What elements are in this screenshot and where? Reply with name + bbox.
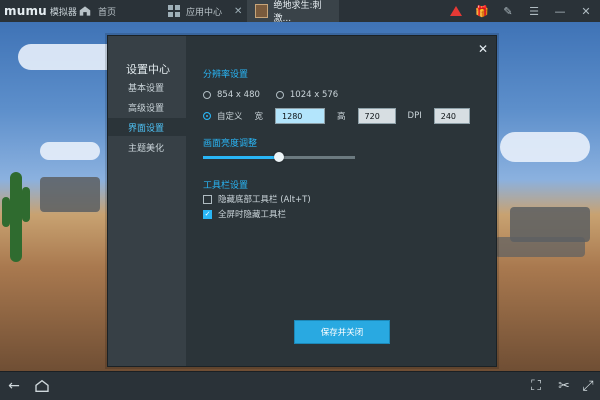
brightness-slider-thumb[interactable] (274, 152, 284, 162)
tab-home-label: 首页 (98, 7, 117, 18)
sidebar-item-label: 主题美化 (128, 143, 165, 154)
radio-label: 自定义 (217, 112, 243, 122)
cloud (40, 142, 100, 160)
menu-icon[interactable]: ☰ (526, 3, 542, 19)
resolution-presets: 854 x 480 1024 x 576 (203, 90, 338, 100)
window-close-icon[interactable]: ✕ (578, 3, 594, 19)
sidebar-item-basic[interactable]: 基本设置 (108, 78, 186, 96)
dpi-input[interactable]: 240 (433, 108, 470, 124)
minimize-icon[interactable]: — (552, 3, 568, 19)
back-icon[interactable]: ← (6, 378, 22, 394)
brightness-slider-fill (203, 156, 279, 159)
screenshot-icon[interactable]: ⛶ (528, 378, 544, 394)
tab-game-label: 绝地求生:刺激... (273, 1, 322, 24)
hide-bottom-toolbar-option[interactable]: 隐藏底部工具栏 (Alt+T) (203, 193, 311, 205)
resolution-option-854x480[interactable]: 854 x 480 (203, 90, 260, 100)
radio-selected-icon (203, 112, 211, 120)
save-and-close-button[interactable]: 保存并关闭 (294, 320, 390, 344)
tab-app-center[interactable]: 应用中心 ✕ (160, 0, 250, 22)
cactus (22, 187, 30, 222)
checkbox-unchecked-icon (203, 194, 212, 204)
app-logo: mumu 模拟器 (4, 4, 77, 18)
dpi-label: DPI (407, 111, 422, 121)
sidebar-item-label: 基本设置 (128, 83, 165, 94)
app-brand: mumu (4, 4, 47, 18)
tab-game[interactable]: 绝地求生:刺激... (247, 0, 339, 24)
toolbar-section-title: 工具栏设置 (203, 181, 249, 191)
settings-content: 分辨率设置 854 x 480 1024 x 576 自定义 宽 1280 高 … (203, 36, 496, 366)
checkbox-label: 隐藏底部工具栏 (Alt+T) (218, 195, 311, 205)
game-thumbnail-icon (255, 4, 268, 18)
settings-dialog: 设置中心 基本设置 高级设置 界面设置 主题美化 ✕ 分辨率设置 854 x 4… (107, 35, 497, 367)
width-input[interactable]: 1280 (275, 108, 326, 124)
sidebar-item-advanced[interactable]: 高级设置 (108, 98, 186, 116)
cactus (10, 172, 22, 262)
radio-label: 1024 x 576 (289, 90, 339, 100)
height-label: 高 (337, 112, 346, 122)
resolution-section-title: 分辨率设置 (203, 70, 249, 80)
gift-icon[interactable]: 🎁 (474, 3, 490, 19)
brightness-slider[interactable] (203, 152, 355, 162)
scrap-vehicle (40, 177, 100, 212)
top-bar: mumu 模拟器 首页 应用中心 ✕ 绝地求生:刺激... 🎁 ✎ ☰ — ✕ (0, 0, 600, 24)
tab-app-center-label: 应用中心 (186, 7, 223, 18)
width-label: 宽 (254, 112, 264, 122)
checkbox-checked-icon: ✓ (203, 209, 212, 219)
fullscreen-icon[interactable]: ⤢ (580, 378, 596, 394)
top-actions: 🎁 ✎ ☰ — ✕ (448, 3, 594, 19)
sidebar-item-label: 界面设置 (128, 123, 165, 134)
settings-sidebar: 设置中心 基本设置 高级设置 界面设置 主题美化 (108, 36, 186, 366)
home-icon[interactable] (34, 378, 50, 394)
scissors-icon[interactable]: ✂ (556, 378, 572, 394)
tools-icon[interactable]: ✎ (500, 3, 516, 19)
sidebar-item-theme[interactable]: 主题美化 (108, 138, 186, 156)
tab-home[interactable]: 首页 (70, 0, 124, 22)
resolution-option-custom[interactable]: 自定义 (203, 110, 243, 122)
bottom-bar: ← ⛶ ✂ ⤢ (0, 371, 600, 400)
notification-alert-icon[interactable] (448, 3, 464, 19)
radio-circle-icon (203, 91, 211, 99)
scrap-pile (495, 237, 585, 257)
height-input[interactable]: 720 (357, 108, 396, 124)
radio-circle-icon (275, 91, 284, 99)
resolution-custom-row: 自定义 宽 1280 高 720 DPI 240 (203, 108, 470, 124)
settings-title: 设置中心 (126, 63, 170, 76)
resolution-option-1024x576[interactable]: 1024 x 576 (275, 90, 339, 100)
checkbox-label: 全屏时隐藏工具栏 (218, 210, 287, 220)
sidebar-item-interface[interactable]: 界面设置 (108, 118, 186, 136)
close-icon[interactable]: ✕ (234, 6, 242, 17)
grid-icon (168, 5, 180, 17)
brightness-section-title: 画面亮度调整 (203, 139, 258, 149)
sidebar-item-label: 高级设置 (128, 103, 165, 114)
cactus (2, 197, 10, 227)
radio-label: 854 x 480 (217, 90, 260, 100)
home-icon (79, 6, 91, 16)
hide-toolbar-fullscreen-option[interactable]: ✓ 全屏时隐藏工具栏 (203, 208, 286, 220)
cloud (500, 132, 590, 162)
